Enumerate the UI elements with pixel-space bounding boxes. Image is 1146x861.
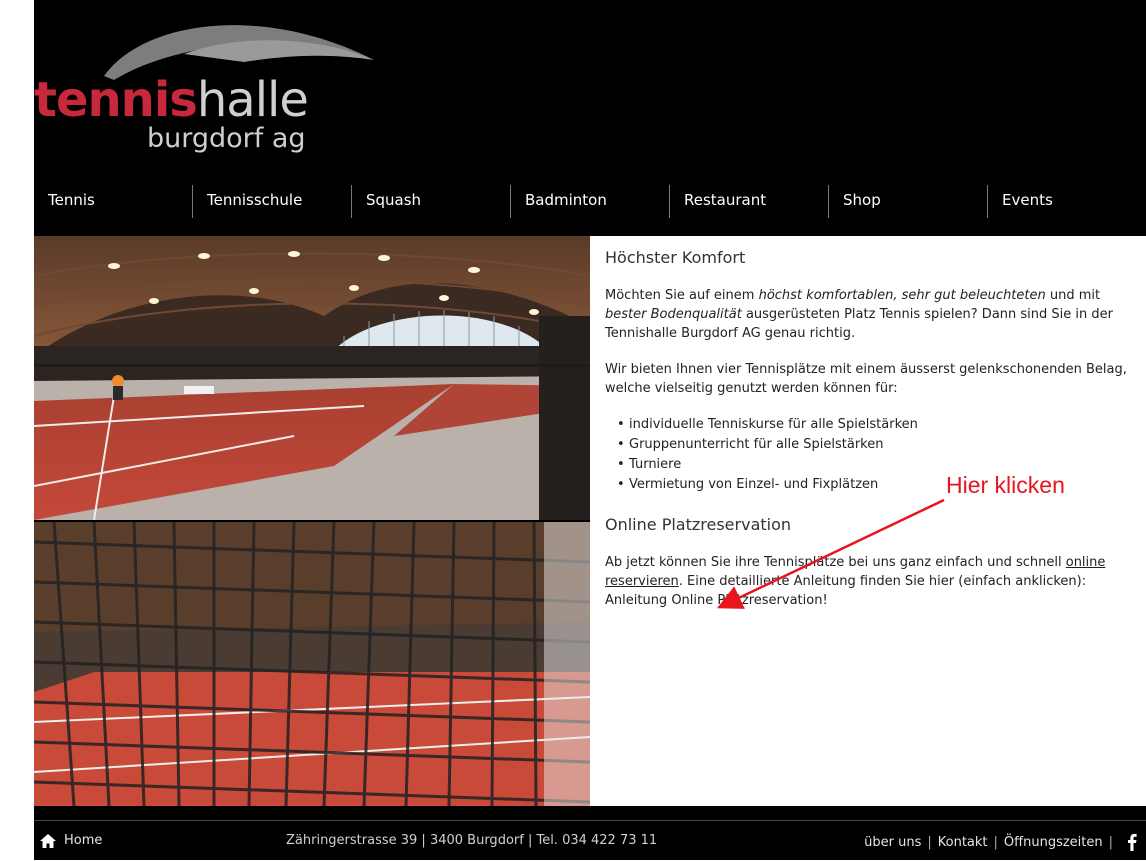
heading-reservation: Online Platzreservation — [605, 515, 792, 534]
emphasis-text: höchst komfortablen, sehr gut beleuchtet… — [758, 288, 1046, 303]
site-footer: Home Zähringerstrasse 39 | 3400 Burgdorf… — [34, 820, 1146, 861]
list-item: individuelle Tenniskurse für alle Spiels… — [617, 415, 1137, 435]
facebook-icon[interactable] — [1125, 833, 1138, 851]
nav-item-tennis[interactable]: Tennis — [34, 185, 192, 218]
logo-bold-text: tennis — [34, 72, 198, 128]
list-item: Gruppenunterricht für alle Spielstärken — [617, 435, 1137, 455]
logo-light-text: halle — [196, 72, 309, 128]
home-label: Home — [64, 833, 103, 848]
nav-item-tennisschule[interactable]: Tennisschule — [193, 185, 351, 218]
content-body: Höchster Komfort Möchten Sie auf einem h… — [605, 248, 1137, 627]
nav-item-events[interactable]: Events — [988, 185, 1146, 218]
tennis-net-photo — [34, 522, 590, 806]
site-logo[interactable]: tennishalle burgdorf ag — [34, 10, 394, 170]
main-nav: Tennis Tennisschule Squash Badminton Res… — [34, 185, 1146, 218]
footer-link-ueber-uns[interactable]: über uns — [864, 835, 921, 850]
footer-address: Zähringerstrasse 39 | 3400 Burgdorf | Te… — [286, 833, 658, 848]
paragraph-angebot: Wir bieten Ihnen vier Tennisplätze mit e… — [605, 362, 1127, 396]
footer-links: über uns | Kontakt | Öffnungszeiten | — [864, 833, 1138, 851]
nav-item-shop[interactable]: Shop — [829, 185, 987, 218]
nav-item-squash[interactable]: Squash — [352, 185, 510, 218]
paragraph-komfort: Möchten Sie auf einem höchst komfortable… — [605, 286, 1137, 343]
footer-separator: | — [993, 834, 998, 850]
footer-separator: | — [927, 834, 932, 850]
content-panel: Höchster Komfort Möchten Sie auf einem h… — [590, 236, 1146, 806]
nav-item-restaurant[interactable]: Restaurant — [670, 185, 828, 218]
logo-subtitle: burgdorf ag — [147, 123, 306, 154]
home-link[interactable]: Home — [40, 833, 102, 848]
emphasis-text: bester Bodenqualität — [605, 307, 742, 322]
text-run: und mit — [1045, 288, 1101, 303]
annotation-label: Hier klicken — [946, 472, 1065, 498]
page-frame: tennishalle burgdorf ag Tennis Tennissch… — [34, 0, 1146, 860]
footer-separator: | — [1108, 834, 1113, 850]
text-run: Möchten Sie auf einem — [605, 288, 759, 303]
text-run: Ab jetzt können Sie ihre Tennisplätze be… — [605, 555, 1066, 570]
tennis-hall-photo — [34, 236, 590, 520]
heading-komfort: Höchster Komfort — [605, 248, 746, 267]
footer-link-kontakt[interactable]: Kontakt — [938, 835, 988, 850]
footer-link-oeffnungszeiten[interactable]: Öffnungszeiten — [1004, 835, 1103, 850]
paragraph-reservation: Ab jetzt können Sie ihre Tennisplätze be… — [605, 553, 1137, 610]
logo-wordmark: tennishalle — [34, 76, 309, 124]
home-icon — [40, 833, 56, 848]
nav-item-badminton[interactable]: Badminton — [511, 185, 669, 218]
